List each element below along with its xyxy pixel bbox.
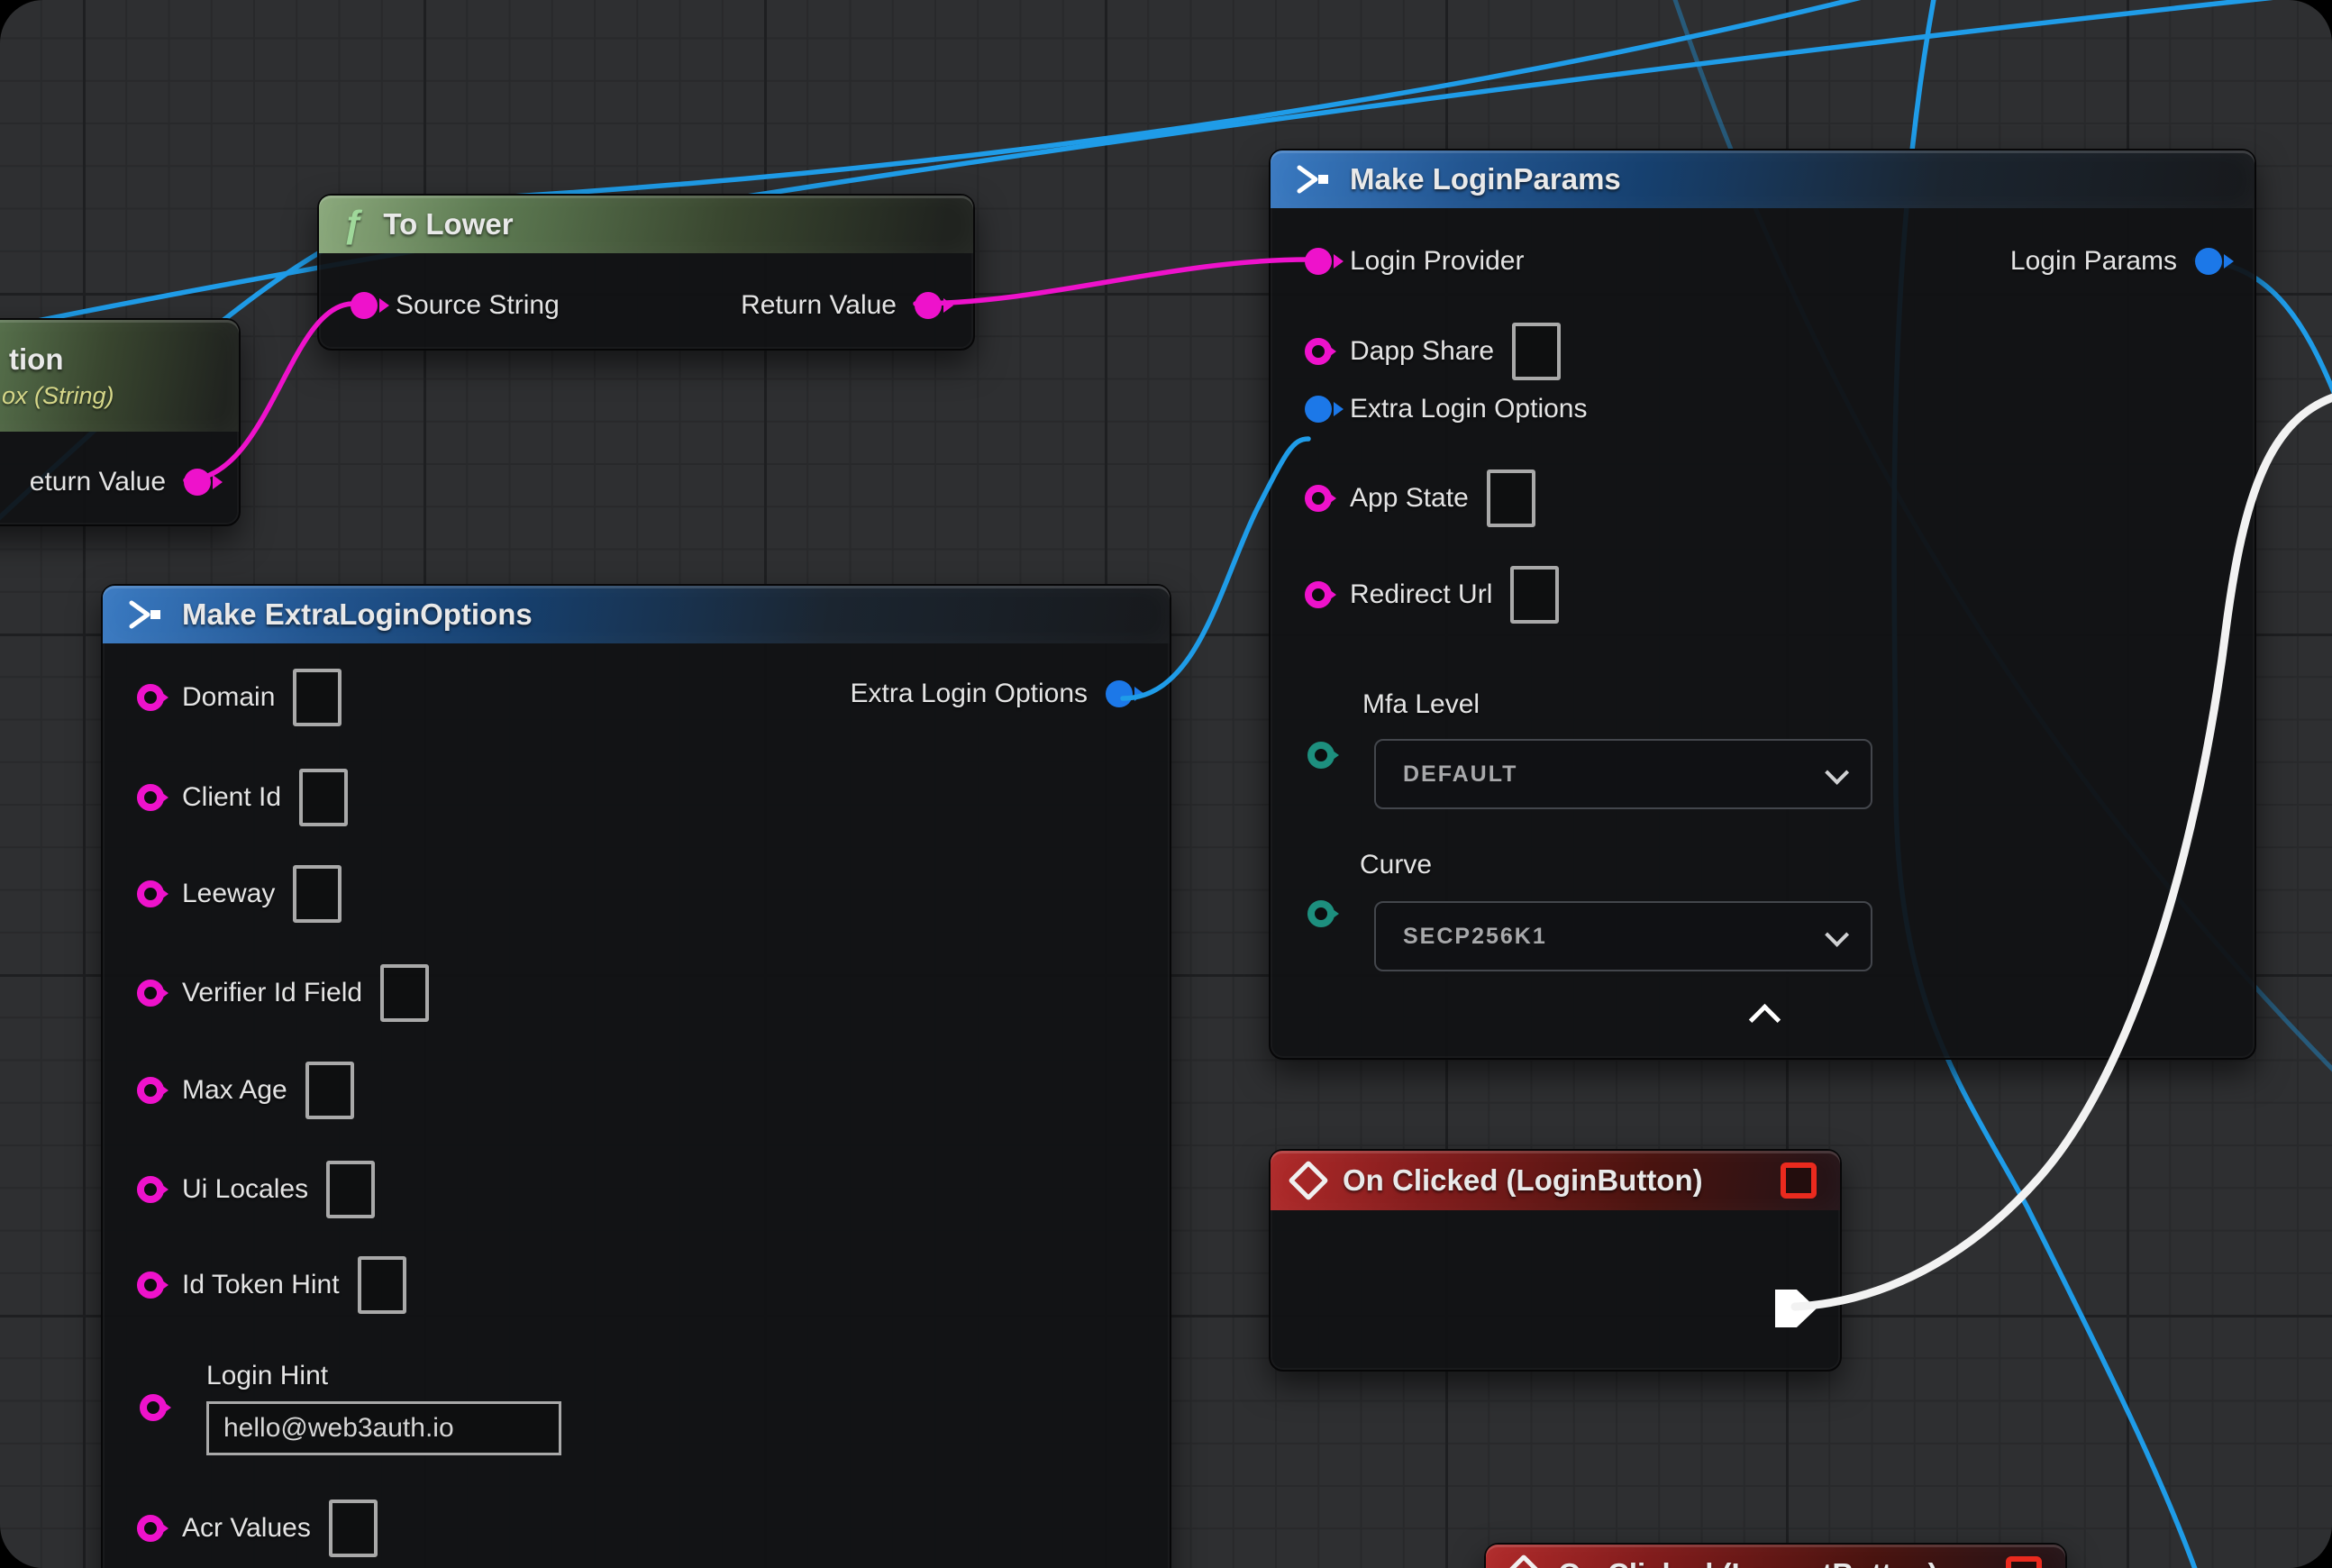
- make-struct-icon: [126, 599, 162, 630]
- node-partial-function-title: tion: [9, 342, 63, 377]
- extra-login-options-out-label: Extra Login Options: [851, 679, 1088, 709]
- mfa-level-pin[interactable]: [1307, 742, 1335, 769]
- acr-values-pin[interactable]: [137, 1515, 164, 1542]
- ui-locales-input[interactable]: [326, 1161, 375, 1218]
- node-to-lower-title: To Lower: [383, 207, 513, 242]
- bound-event-badge-icon: [1781, 1162, 1817, 1199]
- login-provider-label: Login Provider: [1350, 246, 1524, 277]
- dapp-share-input[interactable]: [1512, 323, 1561, 380]
- login-params-out-label: Login Params: [2010, 246, 2177, 277]
- verifier-id-field-label: Verifier Id Field: [182, 978, 362, 1008]
- node-on-clicked-logout-button-header[interactable]: On Clicked (LogoutButton): [1486, 1545, 2065, 1568]
- event-diamond-icon: [1288, 1160, 1328, 1200]
- node-make-extra-login-options-title: Make ExtraLoginOptions: [182, 597, 533, 632]
- redirect-url-input[interactable]: [1510, 566, 1559, 624]
- max-age-input[interactable]: [305, 1062, 354, 1119]
- dapp-share-pin[interactable]: [1305, 338, 1332, 365]
- client-id-label: Client Id: [182, 782, 281, 813]
- node-to-lower-header[interactable]: ƒ To Lower: [319, 196, 973, 253]
- source-string-label: Source String: [396, 290, 560, 321]
- return-value-pin[interactable]: [915, 292, 942, 319]
- ui-locales-pin[interactable]: [137, 1176, 164, 1203]
- node-on-clicked-logout-button-title: On Clicked (LogoutButton): [1558, 1557, 1938, 1568]
- event-diamond-icon: [1503, 1554, 1544, 1568]
- return-value-label: Return Value: [741, 290, 897, 321]
- collapse-node-chevron-icon[interactable]: [1749, 1004, 1781, 1035]
- mfa-level-label: Mfa Level: [1362, 689, 1480, 720]
- id-token-hint-input[interactable]: [358, 1256, 406, 1314]
- domain-input[interactable]: [293, 669, 342, 726]
- make-struct-icon: [1294, 164, 1330, 195]
- leeway-label: Leeway: [182, 879, 275, 909]
- client-id-input[interactable]: [299, 769, 348, 826]
- mfa-level-value: DEFAULT: [1403, 761, 1517, 788]
- id-token-hint-pin[interactable]: [137, 1272, 164, 1299]
- node-make-extra-login-options-header[interactable]: Make ExtraLoginOptions: [103, 586, 1170, 643]
- node-on-clicked-login-button[interactable]: On Clicked (LoginButton): [1269, 1149, 1842, 1372]
- redirect-url-label: Redirect Url: [1350, 579, 1492, 610]
- verifier-id-field-input[interactable]: [380, 964, 429, 1022]
- exec-output-pin[interactable]: [1775, 1290, 1817, 1327]
- verifier-id-field-pin[interactable]: [137, 980, 164, 1007]
- blueprint-editor-screenshot: tion ox (String) eturn Value ƒ To Lower …: [0, 0, 2332, 1568]
- max-age-label: Max Age: [182, 1075, 287, 1106]
- login-provider-pin[interactable]: [1305, 248, 1332, 275]
- app-state-input[interactable]: [1487, 469, 1535, 527]
- source-string-pin[interactable]: [351, 292, 378, 319]
- leeway-pin[interactable]: [137, 880, 164, 907]
- leeway-input[interactable]: [293, 865, 342, 923]
- node-partial-function-subtitle: ox (String): [2, 382, 114, 410]
- node-on-clicked-login-button-header[interactable]: On Clicked (LoginButton): [1271, 1151, 1840, 1210]
- node-make-extra-login-options[interactable]: Make ExtraLoginOptions Domain Client Id …: [101, 584, 1171, 1568]
- node-make-login-params-header[interactable]: Make LoginParams: [1271, 150, 2255, 208]
- chevron-down-icon: [1825, 922, 1849, 946]
- node-to-lower[interactable]: ƒ To Lower Source String Return Value: [317, 194, 975, 351]
- curve-pin[interactable]: [1307, 900, 1335, 927]
- chevron-down-icon: [1825, 760, 1849, 784]
- extra-login-options-out-pin[interactable]: [1106, 680, 1133, 707]
- curve-value: SECP256K1: [1403, 924, 1547, 950]
- function-icon: ƒ: [342, 205, 363, 243]
- domain-pin[interactable]: [137, 684, 164, 711]
- bound-event-badge-icon: [2006, 1556, 2042, 1568]
- app-state-label: App State: [1350, 483, 1469, 514]
- mfa-level-dropdown[interactable]: DEFAULT: [1374, 739, 1872, 809]
- partial-return-value-pin[interactable]: [184, 469, 211, 496]
- extra-login-options-in-label: Extra Login Options: [1350, 394, 1587, 424]
- acr-values-input[interactable]: [329, 1500, 378, 1557]
- curve-dropdown[interactable]: SECP256K1: [1374, 901, 1872, 971]
- max-age-pin[interactable]: [137, 1077, 164, 1104]
- node-make-login-params-title: Make LoginParams: [1350, 162, 1621, 196]
- node-partial-function[interactable]: tion ox (String) eturn Value: [0, 318, 241, 526]
- login-hint-label: Login Hint: [206, 1361, 328, 1391]
- extra-login-options-in-pin[interactable]: [1305, 396, 1332, 423]
- node-partial-function-header[interactable]: tion ox (String): [0, 320, 239, 432]
- acr-values-label: Acr Values: [182, 1513, 311, 1544]
- login-hint-pin[interactable]: [140, 1394, 167, 1421]
- id-token-hint-label: Id Token Hint: [182, 1270, 340, 1300]
- client-id-pin[interactable]: [137, 784, 164, 811]
- redirect-url-pin[interactable]: [1305, 581, 1332, 608]
- curve-label: Curve: [1360, 850, 1432, 880]
- node-on-clicked-login-button-title: On Clicked (LoginButton): [1343, 1163, 1703, 1198]
- login-params-out-pin[interactable]: [2195, 248, 2222, 275]
- ui-locales-label: Ui Locales: [182, 1174, 308, 1205]
- dapp-share-label: Dapp Share: [1350, 336, 1494, 367]
- login-hint-input[interactable]: hello@web3auth.io: [206, 1401, 561, 1455]
- node-make-login-params[interactable]: Make LoginParams Login Provider Dapp Sha…: [1269, 149, 2256, 1060]
- node-on-clicked-logout-button[interactable]: On Clicked (LogoutButton): [1484, 1543, 2067, 1568]
- domain-label: Domain: [182, 682, 275, 713]
- partial-return-value-label: eturn Value: [30, 467, 166, 497]
- app-state-pin[interactable]: [1305, 485, 1332, 512]
- blueprint-graph-canvas[interactable]: tion ox (String) eturn Value ƒ To Lower …: [0, 0, 2332, 1568]
